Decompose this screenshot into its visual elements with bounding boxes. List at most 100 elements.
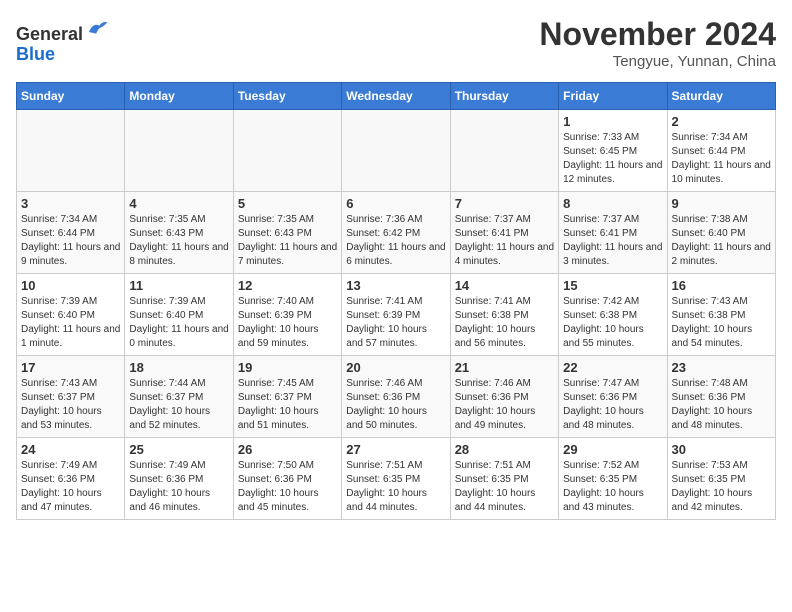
- weekday-header: Wednesday: [342, 83, 450, 110]
- day-number: 26: [238, 442, 337, 457]
- day-info: Sunrise: 7:45 AMSunset: 6:37 PMDaylight:…: [238, 377, 337, 433]
- day-number: 10: [21, 278, 120, 293]
- calendar-cell: [450, 110, 558, 192]
- calendar-cell: 15 Sunrise: 7:42 AMSunset: 6:38 PMDayligh…: [559, 274, 667, 356]
- day-number: 12: [238, 278, 337, 293]
- day-info: Sunrise: 7:47 AMSunset: 6:36 PMDaylight:…: [563, 377, 662, 433]
- calendar-cell: [17, 110, 125, 192]
- calendar-cell: 23Sunrise: 7:48 AMSunset: 6:36 PMDayligh…: [667, 356, 775, 438]
- day-info: Sunrise: 7:43 AMSunset: 6:38 PMDaylight:…: [672, 295, 771, 351]
- calendar-cell: 25 Sunrise: 7:49 AMSunset: 6:36 PMDayligh…: [125, 438, 233, 520]
- day-info: Sunrise: 7:51 AMSunset: 6:35 PMDaylight:…: [455, 459, 554, 515]
- weekday-header: Saturday: [667, 83, 775, 110]
- day-number: 6: [346, 196, 445, 211]
- calendar-cell: 22 Sunrise: 7:47 AMSunset: 6:36 PMDayligh…: [559, 356, 667, 438]
- day-info: Sunrise: 7:41 AMSunset: 6:39 PMDaylight:…: [346, 295, 445, 351]
- day-number: 27: [346, 442, 445, 457]
- day-info: Sunrise: 7:33 AMSunset: 6:45 PMDaylight:…: [563, 131, 662, 187]
- calendar-cell: 3 Sunrise: 7:34 AMSunset: 6:44 PMDaylight…: [17, 192, 125, 274]
- day-info: Sunrise: 7:49 AMSunset: 6:36 PMDaylight:…: [21, 459, 120, 515]
- day-info: Sunrise: 7:48 AMSunset: 6:36 PMDaylight:…: [672, 377, 771, 433]
- day-number: 8: [563, 196, 662, 211]
- calendar-cell: [125, 110, 233, 192]
- bird-icon: [85, 16, 109, 40]
- day-number: 7: [455, 196, 554, 211]
- day-number: 11: [129, 278, 228, 293]
- calendar-cell: 24Sunrise: 7:49 AMSunset: 6:36 PMDayligh…: [17, 438, 125, 520]
- day-number: 9: [672, 196, 771, 211]
- calendar-cell: 18Sunrise: 7:44 AMSunset: 6:37 PMDayligh…: [125, 356, 233, 438]
- day-info: Sunrise: 7:42 AMSunset: 6:38 PMDaylight:…: [563, 295, 662, 351]
- day-number: 22: [563, 360, 662, 375]
- calendar-cell: 27 Sunrise: 7:51 AMSunset: 6:35 PMDayligh…: [342, 438, 450, 520]
- weekday-header: Friday: [559, 83, 667, 110]
- day-number: 20: [346, 360, 445, 375]
- day-info: Sunrise: 7:39 AMSunset: 6:40 PMDaylight:…: [129, 295, 228, 351]
- logo-text: General Blue: [16, 16, 109, 65]
- day-info: Sunrise: 7:51 AMSunset: 6:35 PMDaylight:…: [346, 459, 445, 515]
- calendar-cell: 7 Sunrise: 7:37 AMSunset: 6:41 PMDaylight…: [450, 192, 558, 274]
- day-number: 4: [129, 196, 228, 211]
- day-number: 29: [563, 442, 662, 457]
- day-info: Sunrise: 7:35 AMSunset: 6:43 PMDaylight:…: [129, 213, 228, 269]
- calendar-cell: 29 Sunrise: 7:52 AMSunset: 6:35 PMDayligh…: [559, 438, 667, 520]
- calendar-cell: 11 Sunrise: 7:39 AMSunset: 6:40 PMDayligh…: [125, 274, 233, 356]
- day-number: 25: [129, 442, 228, 457]
- day-info: Sunrise: 7:53 AMSunset: 6:35 PMDaylight:…: [672, 459, 771, 515]
- day-info: Sunrise: 7:34 AMSunset: 6:44 PMDaylight:…: [21, 213, 120, 269]
- calendar-cell: 6 Sunrise: 7:36 AMSunset: 6:42 PMDaylight…: [342, 192, 450, 274]
- calendar-cell: 16 Sunrise: 7:43 AMSunset: 6:38 PMDayligh…: [667, 274, 775, 356]
- weekday-header: Sunday: [17, 83, 125, 110]
- calendar-cell: 5Sunrise: 7:35 AMSunset: 6:43 PMDaylight…: [233, 192, 341, 274]
- calendar-cell: 20 Sunrise: 7:46 AMSunset: 6:36 PMDayligh…: [342, 356, 450, 438]
- day-number: 17: [21, 360, 120, 375]
- calendar-cell: 13Sunrise: 7:41 AMSunset: 6:39 PMDayligh…: [342, 274, 450, 356]
- calendar-week-row: 10 Sunrise: 7:39 AMSunset: 6:40 PMDayligh…: [17, 274, 776, 356]
- day-info: Sunrise: 7:38 AMSunset: 6:40 PMDaylight:…: [672, 213, 771, 269]
- day-info: Sunrise: 7:37 AMSunset: 6:41 PMDaylight:…: [563, 213, 662, 269]
- day-info: Sunrise: 7:46 AMSunset: 6:36 PMDaylight:…: [346, 377, 445, 433]
- day-info: Sunrise: 7:37 AMSunset: 6:41 PMDaylight:…: [455, 213, 554, 269]
- calendar-cell: 19 Sunrise: 7:45 AMSunset: 6:37 PMDayligh…: [233, 356, 341, 438]
- calendar-cell: 26 Sunrise: 7:50 AMSunset: 6:36 PMDayligh…: [233, 438, 341, 520]
- day-info: Sunrise: 7:34 AMSunset: 6:44 PMDaylight:…: [672, 131, 771, 187]
- calendar-cell: 14 Sunrise: 7:41 AMSunset: 6:38 PMDayligh…: [450, 274, 558, 356]
- calendar-cell: 30Sunrise: 7:53 AMSunset: 6:35 PMDayligh…: [667, 438, 775, 520]
- calendar-week-row: 1 Sunrise: 7:33 AMSunset: 6:45 PMDaylight…: [17, 110, 776, 192]
- logo: General Blue: [16, 16, 109, 65]
- day-info: Sunrise: 7:50 AMSunset: 6:36 PMDaylight:…: [238, 459, 337, 515]
- day-number: 14: [455, 278, 554, 293]
- day-number: 18: [129, 360, 228, 375]
- calendar-cell: 1 Sunrise: 7:33 AMSunset: 6:45 PMDaylight…: [559, 110, 667, 192]
- weekday-header: Thursday: [450, 83, 558, 110]
- day-info: Sunrise: 7:43 AMSunset: 6:37 PMDaylight:…: [21, 377, 120, 433]
- day-number: 21: [455, 360, 554, 375]
- day-info: Sunrise: 7:46 AMSunset: 6:36 PMDaylight:…: [455, 377, 554, 433]
- calendar-cell: 28Sunrise: 7:51 AMSunset: 6:35 PMDayligh…: [450, 438, 558, 520]
- calendar-cell: [342, 110, 450, 192]
- day-number: 19: [238, 360, 337, 375]
- page-header: General Blue November 2024 Tengyue, Yunn…: [16, 16, 776, 70]
- day-info: Sunrise: 7:49 AMSunset: 6:36 PMDaylight:…: [129, 459, 228, 515]
- calendar-cell: 17 Sunrise: 7:43 AMSunset: 6:37 PMDayligh…: [17, 356, 125, 438]
- day-info: Sunrise: 7:39 AMSunset: 6:40 PMDaylight:…: [21, 295, 120, 351]
- calendar-cell: 2 Sunrise: 7:34 AMSunset: 6:44 PMDaylight…: [667, 110, 775, 192]
- title-block: November 2024 Tengyue, Yunnan, China: [539, 16, 776, 70]
- day-info: Sunrise: 7:40 AMSunset: 6:39 PMDaylight:…: [238, 295, 337, 351]
- day-info: Sunrise: 7:52 AMSunset: 6:35 PMDaylight:…: [563, 459, 662, 515]
- day-number: 15: [563, 278, 662, 293]
- weekday-header: Tuesday: [233, 83, 341, 110]
- calendar-cell: 4 Sunrise: 7:35 AMSunset: 6:43 PMDaylight…: [125, 192, 233, 274]
- location-subtitle: Tengyue, Yunnan, China: [539, 53, 776, 70]
- day-number: 2: [672, 114, 771, 129]
- day-info: Sunrise: 7:41 AMSunset: 6:38 PMDaylight:…: [455, 295, 554, 351]
- day-number: 1: [563, 114, 662, 129]
- calendar-table: SundayMondayTuesdayWednesdayThursdayFrid…: [16, 82, 776, 520]
- day-number: 5: [238, 196, 337, 211]
- day-info: Sunrise: 7:36 AMSunset: 6:42 PMDaylight:…: [346, 213, 445, 269]
- calendar-week-row: 3 Sunrise: 7:34 AMSunset: 6:44 PMDaylight…: [17, 192, 776, 274]
- weekday-header: Monday: [125, 83, 233, 110]
- day-number: 16: [672, 278, 771, 293]
- day-number: 3: [21, 196, 120, 211]
- calendar-cell: 12 Sunrise: 7:40 AMSunset: 6:39 PMDayligh…: [233, 274, 341, 356]
